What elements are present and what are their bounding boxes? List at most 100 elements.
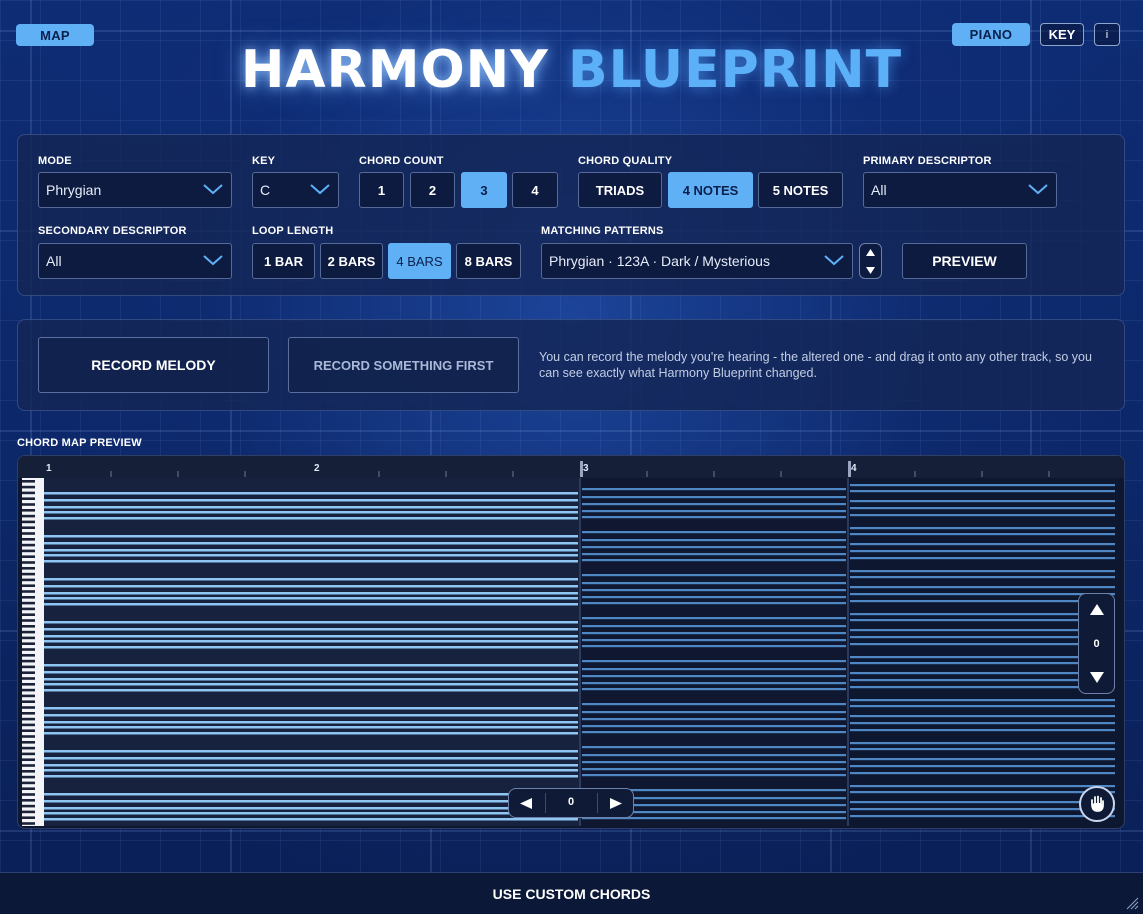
chord-note — [44, 603, 578, 606]
primary-descriptor-label: PRIMARY DESCRIPTOR — [863, 155, 992, 167]
mode-select[interactable]: Phrygian — [38, 172, 232, 208]
chord-note — [850, 613, 1115, 616]
chord-note — [582, 682, 846, 685]
chord-note — [582, 503, 846, 506]
chord-note — [44, 800, 578, 803]
loop-length-2-bars[interactable]: 2 BARS — [320, 243, 383, 279]
chord-quality-5-notes[interactable]: 5 NOTES — [758, 172, 843, 208]
chord-note — [850, 576, 1115, 579]
chord-note — [582, 731, 846, 734]
black-key — [22, 491, 35, 495]
pattern-stepper[interactable] — [859, 243, 882, 279]
chord-note — [582, 531, 846, 534]
black-key — [22, 781, 35, 785]
chord-note — [582, 688, 846, 691]
black-key — [22, 700, 35, 703]
black-key — [22, 758, 35, 761]
chord-note — [582, 774, 846, 777]
primary-descriptor-select[interactable]: All — [863, 172, 1057, 208]
black-key — [22, 590, 35, 593]
chord-note — [850, 791, 1115, 794]
black-key — [22, 706, 35, 709]
key-select[interactable]: C — [252, 172, 339, 208]
chord-count-option-4[interactable]: 4 — [512, 172, 558, 208]
record-melody-button[interactable]: RECORD MELODY — [38, 337, 269, 393]
chord-count-option-2[interactable]: 2 — [410, 172, 455, 208]
chord-note — [44, 549, 578, 552]
chord-note — [582, 754, 846, 757]
chord-note — [44, 775, 578, 778]
option-label: 8 BARS — [464, 253, 513, 269]
chord-note — [44, 554, 578, 557]
primary-descriptor-value: All — [871, 182, 887, 198]
black-key — [22, 659, 35, 663]
chord-note — [582, 768, 846, 771]
timeline-ruler[interactable]: 1 2 3 4 — [18, 456, 1124, 478]
chevron-down-icon — [203, 184, 223, 195]
black-key — [22, 607, 35, 611]
secondary-descriptor-value: All — [46, 253, 62, 269]
chord-count-option-1[interactable]: 1 — [359, 172, 404, 208]
chord-note — [582, 668, 846, 671]
loop-length-4-bars[interactable]: 4 BARS — [388, 243, 451, 279]
arrow-down-icon[interactable] — [865, 265, 876, 275]
chord-note — [850, 686, 1115, 689]
chord-note — [582, 574, 846, 577]
arrow-right-icon[interactable] — [609, 797, 623, 810]
loop-length-1-bar[interactable]: 1 BAR — [252, 243, 315, 279]
horizontal-offset-value: 0 — [567, 796, 575, 808]
horizontal-offset-control[interactable]: 0 — [508, 788, 634, 818]
secondary-descriptor-select[interactable]: All — [38, 243, 232, 279]
chord-note — [44, 640, 578, 643]
black-key — [22, 613, 35, 616]
arrow-up-icon[interactable] — [865, 248, 876, 258]
black-key — [22, 520, 35, 524]
chord-note — [44, 635, 578, 638]
chord-map-preview[interactable]: 1 2 3 4 0 0 — [17, 455, 1125, 829]
chord-note — [850, 500, 1115, 503]
black-key — [22, 596, 35, 599]
chord-note — [582, 703, 846, 706]
chord-count-option-3[interactable]: 3 — [461, 172, 507, 208]
matching-patterns-select[interactable]: Phrygian · 123A · Dark / Mysterious — [541, 243, 853, 279]
drag-button[interactable] — [1079, 786, 1115, 822]
vertical-offset-control[interactable]: 0 — [1078, 593, 1115, 694]
chord-note — [582, 602, 846, 605]
bar-region — [580, 478, 848, 826]
record-melody-label: RECORD MELODY — [91, 357, 216, 373]
chord-note — [582, 589, 846, 592]
black-key — [22, 584, 35, 587]
record-something-first-button[interactable]: RECORD SOMETHING FIRST — [288, 337, 519, 393]
use-custom-chords-button[interactable]: USE CUSTOM CHORDS — [0, 872, 1143, 914]
vertical-offset-value: 0 — [1093, 638, 1100, 650]
black-key — [22, 578, 35, 582]
chord-note — [44, 560, 578, 563]
chevron-down-icon — [310, 184, 330, 195]
chord-note — [44, 621, 578, 624]
ruler-ticks — [110, 461, 1050, 477]
loop-length-8-bars[interactable]: 8 BARS — [456, 243, 521, 279]
chord-note — [44, 671, 578, 674]
arrow-down-icon[interactable] — [1089, 671, 1105, 684]
chord-note — [850, 705, 1115, 708]
arrow-left-icon[interactable] — [519, 797, 533, 810]
option-label: 3 — [480, 182, 488, 198]
divider — [597, 793, 598, 813]
chord-quality-4-notes[interactable]: 4 NOTES — [668, 172, 753, 208]
chord-note — [850, 729, 1115, 732]
black-key — [22, 683, 35, 686]
mode-label: MODE — [38, 155, 72, 167]
preview-button[interactable]: PREVIEW — [902, 243, 1027, 279]
arrow-up-icon[interactable] — [1089, 603, 1105, 616]
black-key — [22, 665, 35, 669]
option-label: TRIADS — [595, 182, 645, 198]
black-key — [22, 625, 35, 628]
black-key — [22, 538, 35, 541]
loop-marker — [848, 461, 851, 477]
chord-quality-triads[interactable]: TRIADS — [578, 172, 662, 208]
resize-grip-icon[interactable] — [1125, 896, 1139, 910]
chord-note — [44, 812, 578, 815]
matching-patterns-value: Phrygian · 123A · Dark / Mysterious — [549, 253, 770, 269]
chord-note — [850, 586, 1115, 589]
option-label: 4 BARS — [396, 253, 443, 269]
